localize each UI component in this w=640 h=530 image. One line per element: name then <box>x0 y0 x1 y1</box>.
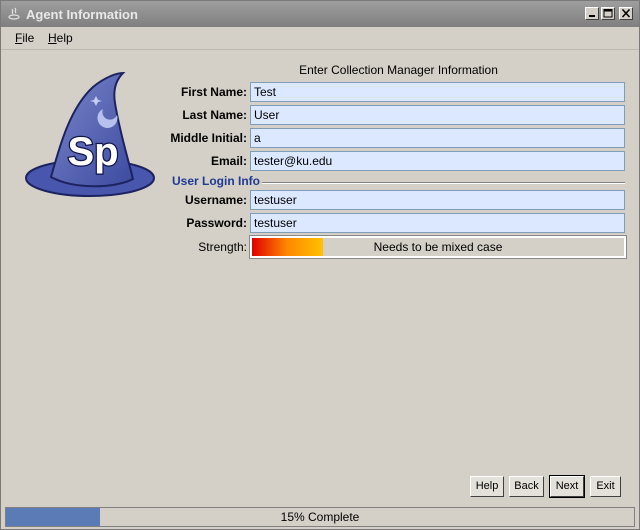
password-strength-meter: Needs to be mixed case <box>249 235 627 259</box>
section-divider <box>262 182 625 184</box>
menu-help[interactable]: Help <box>48 31 73 45</box>
username-field[interactable]: testuser <box>250 190 625 210</box>
java-app-icon <box>8 7 20 20</box>
maximize-icon <box>603 9 613 18</box>
minimize-button[interactable] <box>585 7 599 20</box>
middle-initial-label: Middle Initial: <box>170 131 247 145</box>
email-label: Email: <box>210 154 247 168</box>
progress-text: 15% Complete <box>280 510 360 524</box>
first-name-field[interactable]: Test <box>250 82 625 102</box>
title-bar[interactable]: Agent Information <box>1 1 639 27</box>
agent-information-window: Agent Information File Help Sp Enter Col… <box>0 0 640 530</box>
strength-message: Needs to be mixed case <box>373 240 503 254</box>
last-name-label: Last Name: <box>182 108 247 122</box>
strength-label: Strength: <box>198 240 247 254</box>
middle-initial-field[interactable]: a <box>250 128 625 148</box>
help-button[interactable]: Help <box>470 476 504 497</box>
next-button[interactable]: Next <box>549 475 585 498</box>
menu-file[interactable]: File <box>15 31 34 45</box>
first-name-label: First Name: <box>180 85 247 99</box>
minimize-icon <box>589 15 595 17</box>
form-heading: Enter Collection Manager Information <box>299 63 498 77</box>
menu-bar: File Help <box>1 27 639 50</box>
user-login-section-title: User Login Info <box>172 174 260 188</box>
window-title: Agent Information <box>26 7 138 22</box>
maximize-button[interactable] <box>601 7 615 20</box>
close-button[interactable] <box>619 7 633 20</box>
password-label: Password: <box>186 216 247 230</box>
wizard-progress-bar: 15% Complete <box>5 507 635 527</box>
email-field[interactable]: tester@ku.edu <box>250 151 625 171</box>
last-name-field[interactable]: User <box>250 105 625 125</box>
password-field[interactable]: testuser <box>250 213 625 233</box>
close-icon <box>621 9 631 18</box>
back-button[interactable]: Back <box>509 476 544 497</box>
exit-button[interactable]: Exit <box>590 476 621 497</box>
username-label: Username: <box>184 193 247 207</box>
